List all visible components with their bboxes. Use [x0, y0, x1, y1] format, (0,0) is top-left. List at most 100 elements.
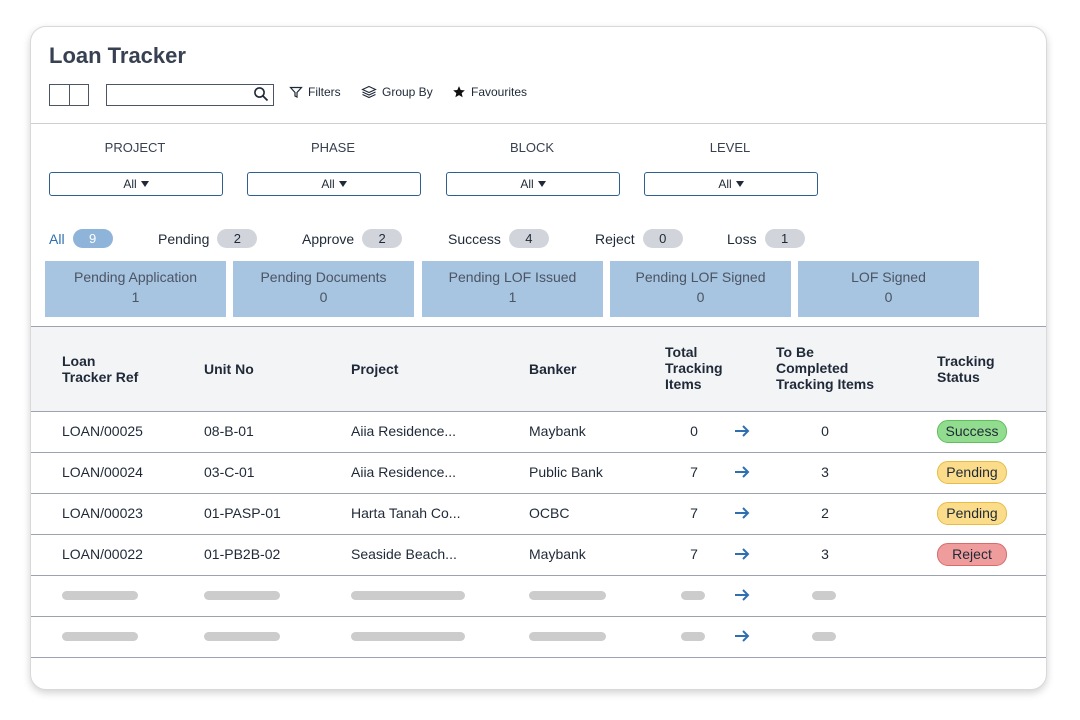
skeleton-bar — [351, 591, 465, 600]
header-project[interactable]: Project — [351, 361, 398, 377]
cell-project: Aiia Residence... — [351, 423, 457, 439]
skeleton-bar — [681, 632, 705, 641]
status-tab-count: 2 — [362, 229, 403, 248]
stage-pending-lof-signed[interactable]: Pending LOF Signed 0 — [610, 261, 791, 317]
status-badge: Success — [937, 420, 1007, 443]
project-filter-label: PROJECT — [104, 140, 166, 155]
cell-ref[interactable]: LOAN/00025 — [62, 423, 143, 439]
cell-project: Harta Tanah Co... — [351, 505, 461, 521]
stage-pending-lof-issued[interactable]: Pending LOF Issued 1 — [422, 261, 603, 317]
cell-to-be-completed: 0 — [821, 423, 829, 439]
header-loan-tracker-ref[interactable]: Loan Tracker Ref — [62, 353, 138, 385]
cell-unit: 01-PASP-01 — [204, 505, 281, 521]
status-tab-label: Pending — [158, 230, 210, 247]
header-text: Tracker Ref — [62, 369, 139, 385]
status-tab-label: Approve — [302, 230, 355, 247]
header-text: Tracking — [665, 360, 723, 376]
filter-icon — [289, 86, 303, 98]
star-icon — [453, 86, 465, 98]
block-filter-dropdown[interactable]: All — [446, 172, 620, 196]
skeleton-bar — [62, 591, 138, 600]
arrow-right-icon[interactable] — [733, 545, 751, 563]
arrow-right-icon[interactable] — [733, 504, 751, 522]
arrow-right-icon[interactable] — [733, 422, 751, 440]
table-row[interactable]: LOAN/00023 01-PASP-01 Harta Tanah Co... … — [31, 493, 1046, 535]
cell-banker: OCBC — [529, 505, 570, 521]
search-input[interactable] — [107, 85, 255, 103]
view-toggle[interactable] — [49, 84, 89, 106]
cell-project: Aiia Residence... — [351, 464, 457, 480]
phase-filter-label: PHASE — [310, 140, 356, 155]
loan-tracker-card: Loan Tracker Filters Group By Favourites — [30, 26, 1047, 690]
level-filter-dropdown[interactable]: All — [644, 172, 818, 196]
page-title: Loan Tracker — [49, 43, 186, 68]
status-tab-count: 1 — [764, 229, 805, 248]
stage-lof-signed[interactable]: LOF Signed 0 — [798, 261, 979, 317]
favourites-button[interactable]: Favourites — [452, 85, 527, 99]
skeleton-bar — [529, 632, 606, 641]
phase-filter-dropdown[interactable]: All — [247, 172, 421, 196]
header-unit-no[interactable]: Unit No — [204, 361, 254, 377]
cell-unit: 03-C-01 — [204, 464, 255, 480]
search-icon[interactable] — [253, 86, 269, 102]
view-toggle-left[interactable] — [50, 85, 69, 105]
block-filter-value: All — [520, 177, 534, 191]
header-text: Tracking Items — [776, 376, 875, 392]
status-tab-reject[interactable]: Reject 0 — [595, 229, 683, 248]
level-filter-value: All — [718, 177, 732, 191]
cell-ref[interactable]: LOAN/00024 — [62, 464, 143, 480]
table-row[interactable]: LOAN/00025 08-B-01 Aiia Residence... May… — [31, 411, 1046, 453]
header-banker[interactable]: Banker — [529, 361, 576, 377]
cell-total: 7 — [690, 546, 698, 562]
skeleton-bar — [812, 591, 836, 600]
skeleton-bar — [204, 591, 280, 600]
cell-total: 7 — [690, 464, 698, 480]
filters-button[interactable]: Filters — [289, 85, 341, 99]
table-row[interactable]: LOAN/00022 01-PB2B-02 Seaside Beach... M… — [31, 534, 1046, 576]
skeleton-bar — [62, 632, 138, 641]
cell-ref[interactable]: LOAN/00023 — [62, 505, 143, 521]
status-tab-success[interactable]: Success 4 — [448, 229, 549, 248]
cell-unit: 08-B-01 — [204, 423, 254, 439]
stage-count: 0 — [319, 289, 328, 305]
header-text: Items — [665, 376, 702, 392]
header-text: To Be — [776, 344, 814, 360]
cell-banker: Public Bank — [529, 464, 603, 480]
stage-pending-documents[interactable]: Pending Documents 0 — [233, 261, 414, 317]
header-text: Total — [665, 344, 698, 360]
status-tab-count: 4 — [508, 229, 549, 248]
search-box[interactable] — [106, 84, 274, 106]
group-by-button[interactable]: Group By — [361, 85, 433, 99]
header-text: Status — [937, 369, 980, 385]
cell-to-be-completed: 3 — [821, 546, 829, 562]
status-tab-pending[interactable]: Pending 2 — [158, 229, 258, 248]
status-tab-loss[interactable]: Loss 1 — [727, 229, 805, 248]
status-tab-count: 0 — [642, 229, 683, 248]
arrow-right-icon[interactable] — [733, 586, 751, 604]
stage-label: Pending Application — [74, 269, 197, 285]
cell-banker: Maybank — [529, 546, 586, 562]
layers-icon — [361, 85, 377, 99]
arrow-right-icon[interactable] — [733, 627, 751, 645]
stage-count: 0 — [884, 289, 893, 305]
stage-pending-application[interactable]: Pending Application 1 — [45, 261, 226, 317]
header-tracking-status[interactable]: Tracking Status — [937, 353, 995, 385]
header-to-be-completed[interactable]: To Be Completed Tracking Items — [776, 344, 874, 392]
status-tab-approve[interactable]: Approve 2 — [302, 229, 403, 248]
table-header: Loan Tracker Ref Unit No Project Banker … — [31, 326, 1046, 412]
view-toggle-right[interactable] — [68, 85, 89, 105]
project-filter-dropdown[interactable]: All — [49, 172, 223, 196]
status-tab-label: Success — [448, 230, 501, 247]
stage-count: 1 — [131, 289, 140, 305]
group-by-label: Group By — [382, 85, 433, 99]
cell-ref[interactable]: LOAN/00022 — [62, 546, 143, 562]
arrow-right-icon[interactable] — [733, 463, 751, 481]
header-total-tracking-items[interactable]: Total Tracking Items — [665, 344, 723, 392]
skeleton-bar — [529, 591, 606, 600]
status-tab-all[interactable]: All 9 — [49, 229, 113, 248]
status-badge: Pending — [937, 461, 1007, 484]
favourites-label: Favourites — [471, 85, 528, 99]
table-row[interactable]: LOAN/00024 03-C-01 Aiia Residence... Pub… — [31, 452, 1046, 494]
status-badge: Reject — [937, 543, 1007, 566]
skeleton-row — [31, 616, 1046, 658]
